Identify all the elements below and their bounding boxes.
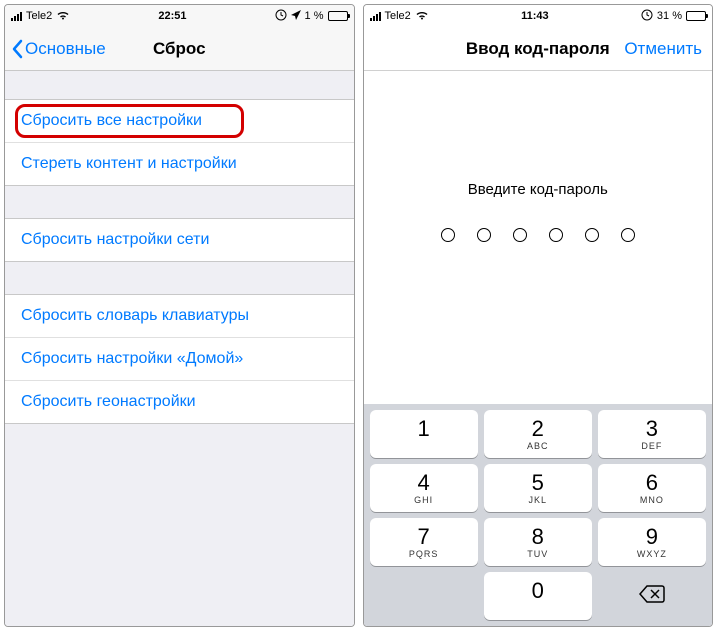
key-3[interactable]: 3DEF: [598, 410, 706, 458]
key-2[interactable]: 2ABC: [484, 410, 592, 458]
wifi-icon: [415, 10, 429, 23]
key-0[interactable]: 0: [484, 572, 592, 620]
rotation-lock-icon: [275, 9, 287, 24]
key-7[interactable]: 7PQRS: [370, 518, 478, 566]
row-reset-all-settings[interactable]: Сбросить все настройки: [5, 100, 354, 143]
passcode-dot: [585, 228, 599, 242]
nav-bar: Основные Сброс: [5, 27, 354, 71]
key-8[interactable]: 8TUV: [484, 518, 592, 566]
row-reset-keyboard-dict[interactable]: Сбросить словарь клавиатуры: [5, 295, 354, 338]
battery-pct: 31 %: [657, 10, 682, 22]
status-bar: Tele2 22:51 1 %: [5, 5, 354, 27]
nav-bar: Ввод код-пароля Отменить: [364, 27, 713, 71]
reset-list: Сбросить все настройки Стереть контент и…: [5, 71, 354, 626]
passcode-dot: [441, 228, 455, 242]
page-title: Ввод код-пароля: [466, 39, 610, 59]
numeric-keypad: 1 2ABC 3DEF 4GHI 5JKL 6MNO 7PQRS 8TUV 9W…: [364, 404, 713, 626]
status-bar: Tele2 11:43 31 %: [364, 5, 713, 27]
battery-icon: [328, 11, 348, 21]
row-reset-location[interactable]: Сбросить геонастройки: [5, 381, 354, 423]
key-5[interactable]: 5JKL: [484, 464, 592, 512]
key-backspace[interactable]: [598, 572, 706, 620]
signal-icon: [370, 12, 381, 21]
signal-icon: [11, 12, 22, 21]
back-button[interactable]: Основные: [11, 39, 106, 59]
cancel-button[interactable]: Отменить: [624, 39, 702, 59]
row-reset-network[interactable]: Сбросить настройки сети: [5, 219, 354, 261]
passcode-dots: [441, 228, 635, 242]
passcode-screen: Введите код-пароль 1 2ABC 3DEF 4GHI 5JKL…: [364, 71, 713, 626]
wifi-icon: [56, 10, 70, 23]
passcode-dot: [477, 228, 491, 242]
key-1[interactable]: 1: [370, 410, 478, 458]
passcode-prompt: Введите код-пароль: [468, 181, 608, 198]
clock: 11:43: [521, 10, 549, 22]
passcode-prompt-area: Введите код-пароль: [364, 71, 713, 404]
key-blank: [370, 572, 478, 620]
backspace-icon: [638, 584, 666, 609]
passcode-dot: [549, 228, 563, 242]
group-3: Сбросить словарь клавиатуры Сбросить нас…: [5, 294, 354, 424]
group-2: Сбросить настройки сети: [5, 218, 354, 262]
row-erase-all[interactable]: Стереть контент и настройки: [5, 143, 354, 185]
key-6[interactable]: 6MNO: [598, 464, 706, 512]
passcode-dot: [621, 228, 635, 242]
page-title: Сброс: [153, 39, 206, 59]
group-1: Сбросить все настройки Стереть контент и…: [5, 99, 354, 186]
rotation-lock-icon: [641, 9, 653, 24]
key-9[interactable]: 9WXYZ: [598, 518, 706, 566]
back-label: Основные: [25, 39, 106, 59]
clock: 22:51: [158, 10, 186, 22]
phone-right-passcode: Tele2 11:43 31 % Ввод код-пароля Отменит…: [363, 4, 714, 627]
battery-icon: [686, 11, 706, 21]
battery-pct: 1 %: [305, 10, 324, 22]
passcode-dot: [513, 228, 527, 242]
location-icon: [291, 10, 301, 23]
phone-left-reset: Tele2 22:51 1 % Основные Сброс Сбросить …: [4, 4, 355, 627]
key-4[interactable]: 4GHI: [370, 464, 478, 512]
row-reset-home[interactable]: Сбросить настройки «Домой»: [5, 338, 354, 381]
carrier-label: Tele2: [26, 10, 52, 22]
carrier-label: Tele2: [385, 10, 411, 22]
